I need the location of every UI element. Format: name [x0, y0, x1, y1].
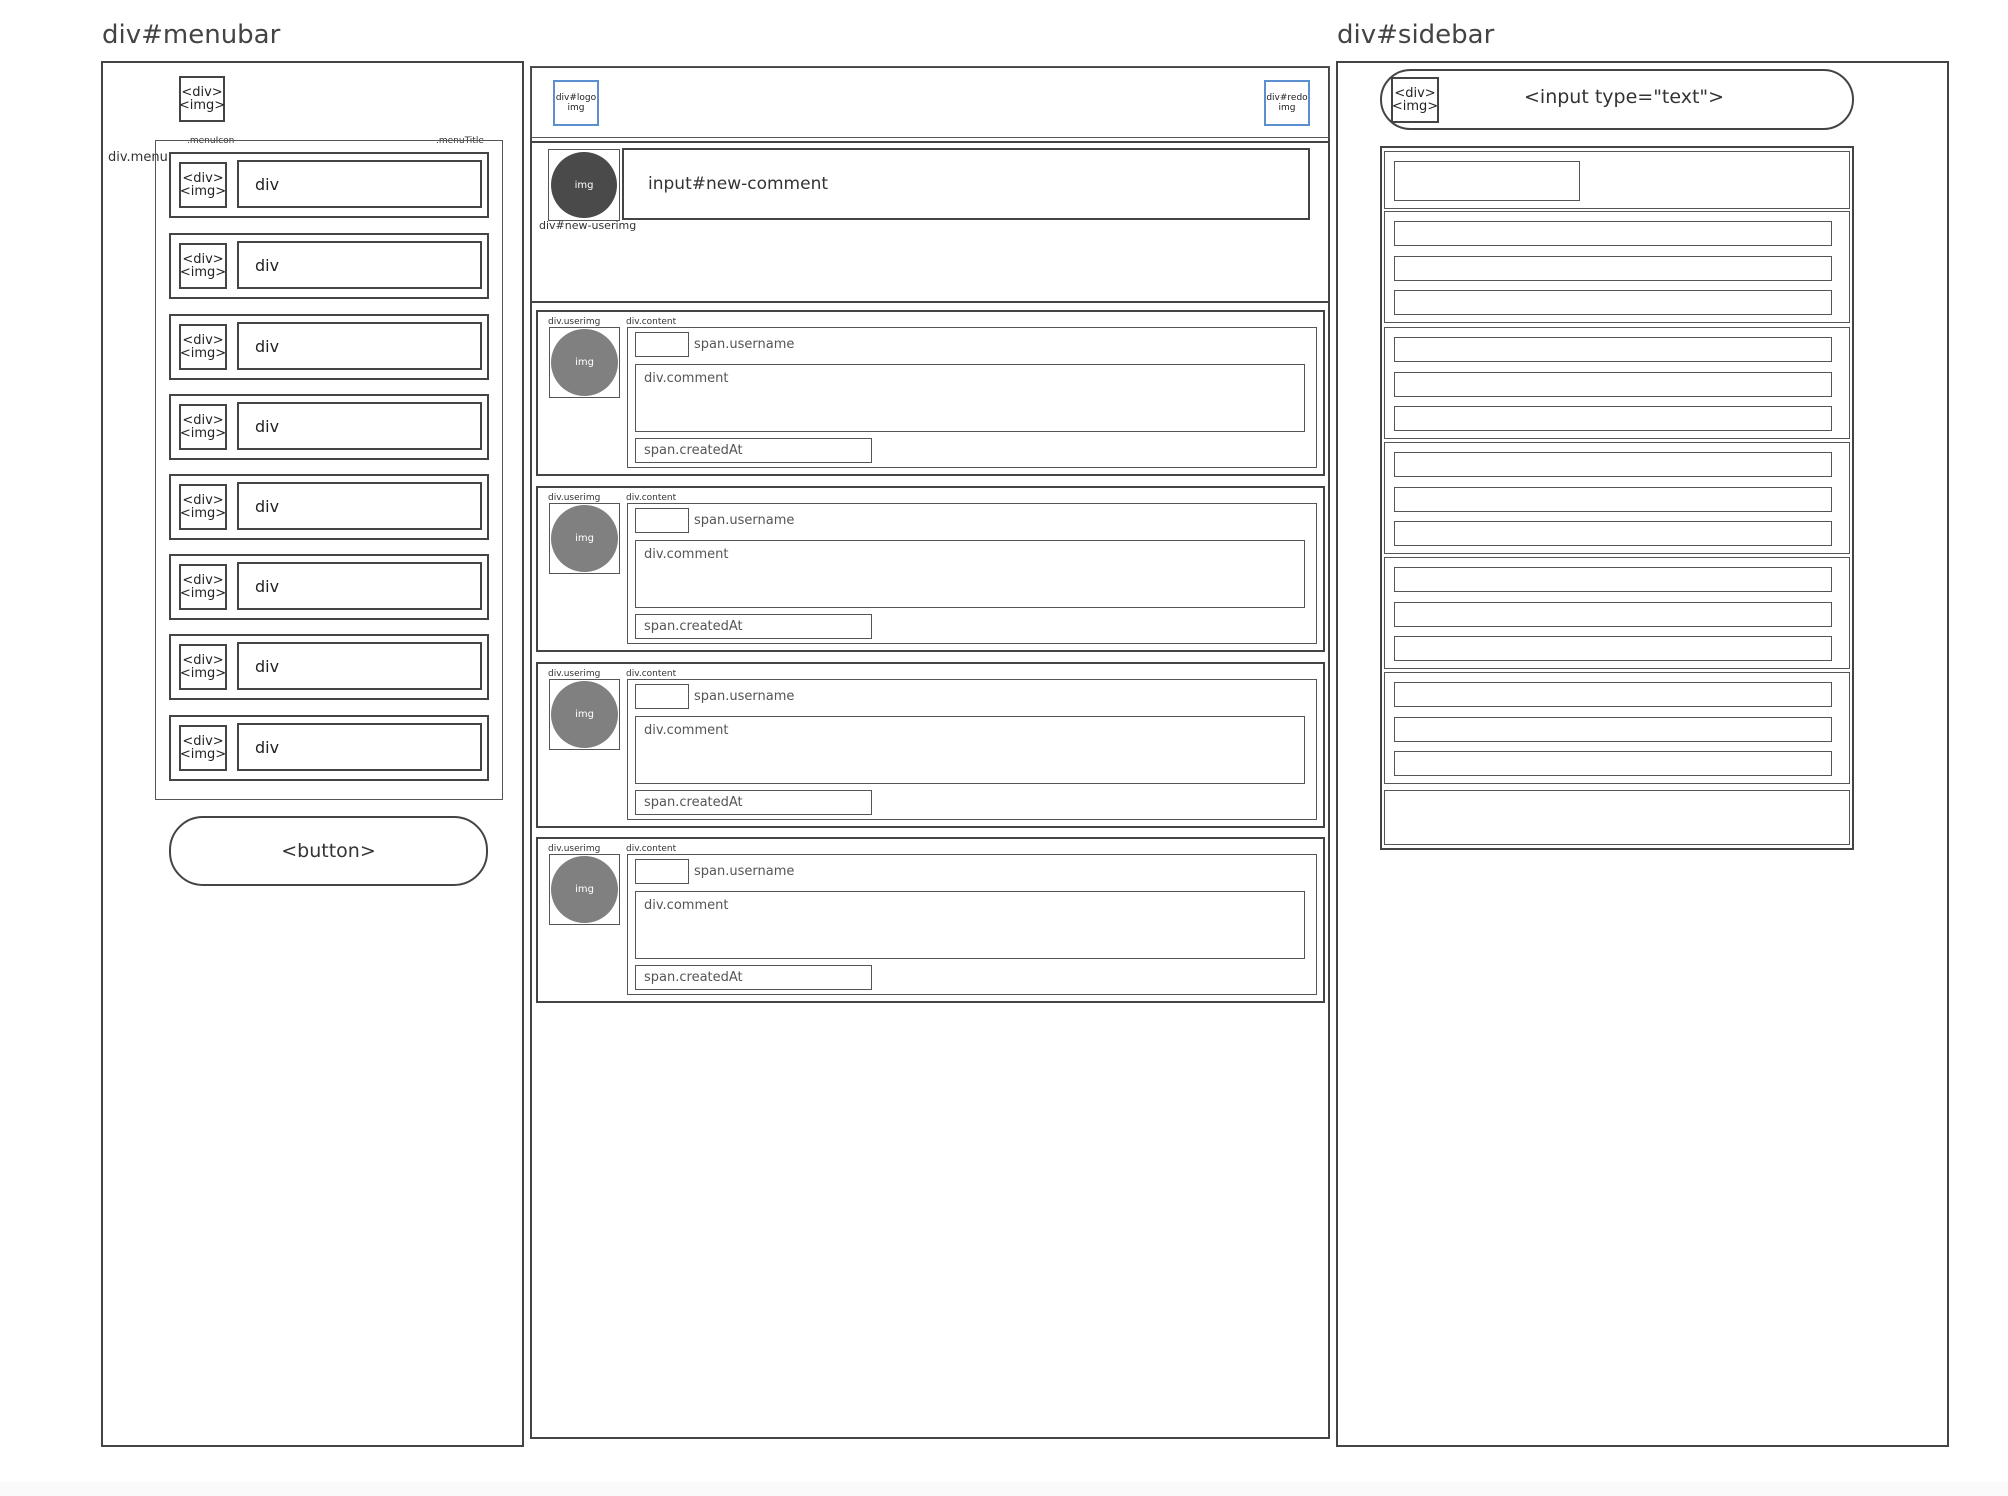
menu-icon-line: <img> — [179, 586, 227, 601]
menu-icon: <div> <img> — [179, 564, 227, 610]
menu-title: div — [237, 241, 482, 289]
user-avatar: img — [551, 681, 618, 748]
menu-icon: <div> <img> — [179, 725, 227, 771]
sidebar-row[interactable] — [1394, 337, 1832, 362]
menubar-logo-icon: <div> <img> — [179, 76, 225, 122]
menu-icon: <div> <img> — [179, 243, 227, 289]
menu-icon: <div> <img> — [179, 404, 227, 450]
username-box — [635, 684, 689, 709]
new-user-avatar: img — [551, 152, 617, 218]
menubar-title: div#menubar — [102, 20, 281, 50]
menu-title: div — [237, 482, 482, 530]
menu-title: div — [237, 402, 482, 450]
sidebar-title: div#sidebar — [1337, 20, 1495, 50]
menu-title-text: div — [255, 737, 280, 757]
menu-title-text: div — [255, 496, 280, 516]
sidebar-row[interactable] — [1394, 256, 1832, 281]
userimg-label: div.userimg — [548, 317, 601, 327]
menu-title: div — [237, 322, 482, 370]
menu-title-text: div — [255, 656, 280, 676]
comment-body: div.comment — [644, 371, 729, 386]
menu-title-text: div — [255, 174, 280, 194]
menu-title: div — [237, 160, 482, 208]
user-avatar: img — [551, 329, 618, 396]
comment-body: div.comment — [644, 723, 729, 738]
comment-text — [635, 891, 1305, 959]
sidebar-row[interactable] — [1394, 372, 1832, 397]
sidebar-row[interactable] — [1394, 682, 1832, 707]
comment-text — [635, 540, 1305, 608]
user-avatar-text: img — [575, 884, 594, 895]
sidebar-row[interactable] — [1394, 521, 1832, 546]
menu-icon-line: <img> — [179, 265, 227, 280]
user-avatar-text: img — [575, 709, 594, 720]
redo-button[interactable]: div#redo img — [1264, 80, 1310, 126]
menu-title-text: div — [255, 255, 280, 275]
username: span.username — [694, 337, 795, 352]
comment-body: div.comment — [644, 898, 729, 913]
content-label: div.content — [626, 844, 677, 854]
menu-title-text: div — [255, 416, 280, 436]
menu-icon: <div> <img> — [179, 162, 227, 208]
sidebar-row[interactable] — [1394, 487, 1832, 512]
menu-title-text: div — [255, 576, 280, 596]
username: span.username — [694, 864, 795, 879]
menubar-button[interactable]: <button> — [169, 816, 488, 886]
menu-icon: <div> <img> — [179, 644, 227, 690]
userimg-label: div.userimg — [548, 669, 601, 679]
user-avatar: img — [551, 856, 618, 923]
menubar-button-label: <button> — [281, 840, 376, 862]
username-box — [635, 332, 689, 357]
user-avatar-text: img — [575, 357, 594, 368]
menu-title-text: div — [255, 336, 280, 356]
user-avatar-text: img — [575, 533, 594, 544]
menu-icon-line: <img> — [179, 184, 227, 199]
sidebar-row[interactable] — [1394, 406, 1832, 431]
sidebar-row[interactable] — [1394, 602, 1832, 627]
sidebar-row[interactable] — [1394, 636, 1832, 661]
comment-text — [635, 716, 1305, 784]
menu-icon: <div> <img> — [179, 324, 227, 370]
username-box — [635, 859, 689, 884]
search-icon: <div> <img> — [1391, 77, 1439, 123]
search-input-label: <input type="text"> — [1524, 86, 1725, 108]
menu-icon-line: <img> — [179, 506, 227, 521]
content-label: div.content — [626, 493, 677, 503]
sidebar-row[interactable] — [1394, 567, 1832, 592]
sidebar-row[interactable] — [1394, 717, 1832, 742]
sidebar-row[interactable] — [1394, 452, 1832, 477]
sidebar-row[interactable] — [1394, 290, 1832, 315]
sidebar-footer — [1384, 790, 1850, 845]
new-userimg-label: div#new-userimg — [539, 219, 637, 232]
menu-icon-line: <img> — [179, 346, 227, 361]
comment-body: div.comment — [644, 547, 729, 562]
content-label: div.content — [626, 669, 677, 679]
userimg-label: div.userimg — [548, 493, 601, 503]
created-at: span.createdAt — [644, 970, 743, 985]
new-comment-input[interactable]: input#new-comment — [622, 148, 1310, 220]
menu-icon-line: <img> — [179, 666, 227, 681]
content-label: div.content — [626, 317, 677, 327]
user-avatar: img — [551, 505, 618, 572]
created-at: span.createdAt — [644, 619, 743, 634]
sidebar-row[interactable] — [1394, 221, 1832, 246]
menu-icon: <div> <img> — [179, 484, 227, 530]
created-at: span.createdAt — [644, 443, 743, 458]
username: span.username — [694, 513, 795, 528]
comment-text — [635, 364, 1305, 432]
username: span.username — [694, 689, 795, 704]
userimg-label: div.userimg — [548, 844, 601, 854]
sidebar-header-field — [1394, 161, 1580, 201]
created-at: span.createdAt — [644, 795, 743, 810]
username-box — [635, 508, 689, 533]
main-header — [530, 66, 1330, 138]
menu-icon-line: <img> — [179, 747, 227, 762]
logo[interactable]: div#logo img — [553, 80, 599, 126]
menu-icon-line: <img> — [179, 426, 227, 441]
menu-title: div — [237, 642, 482, 690]
sidebar-row[interactable] — [1394, 751, 1832, 776]
menu-title: div — [237, 723, 482, 771]
menu-title: div — [237, 562, 482, 610]
